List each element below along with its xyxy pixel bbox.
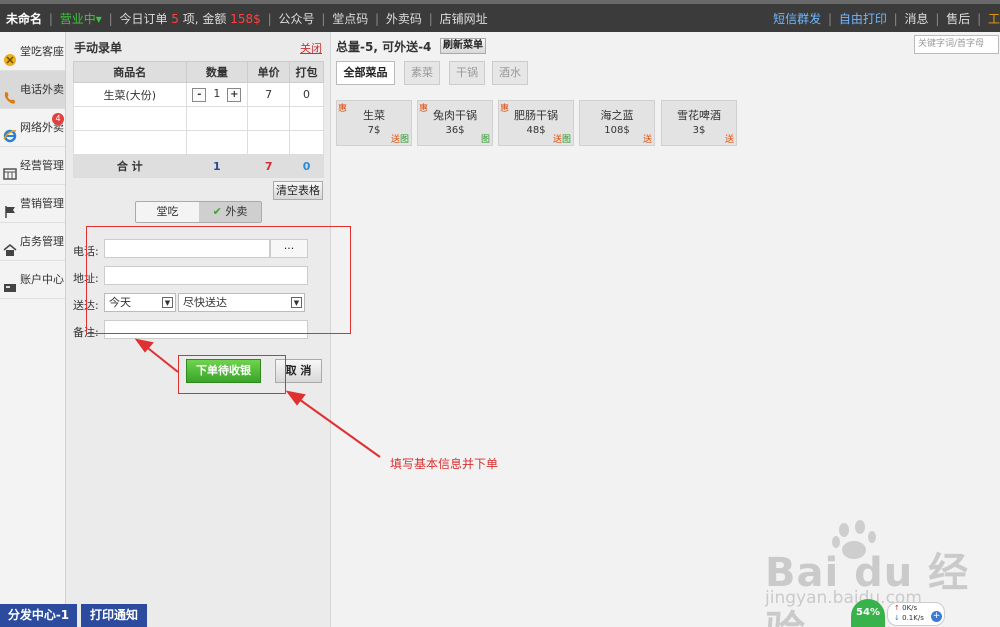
network-speeds: ↑ 0K/s ↓ 0.1K/s + <box>887 602 945 626</box>
plus-icon[interactable]: + <box>931 611 942 622</box>
download-speed: 0.1K/s <box>902 614 924 622</box>
upload-speed: 0K/s <box>902 604 918 612</box>
network-percent: 54% <box>851 599 885 627</box>
baidu-watermark: Bai du 经验 jingyan.baidu.com <box>765 520 1000 627</box>
distribution-center-button[interactable]: 分发中心-1 <box>0 604 77 627</box>
annotation-text: 填写基本信息并下单 <box>390 457 499 471</box>
upload-arrow-icon: ↑ <box>894 604 900 612</box>
download-arrow-icon: ↓ <box>894 614 900 622</box>
network-widget[interactable]: 54% ↑ 0K/s ↓ 0.1K/s + <box>851 599 946 627</box>
print-notice-button[interactable]: 打印通知 <box>81 604 147 627</box>
